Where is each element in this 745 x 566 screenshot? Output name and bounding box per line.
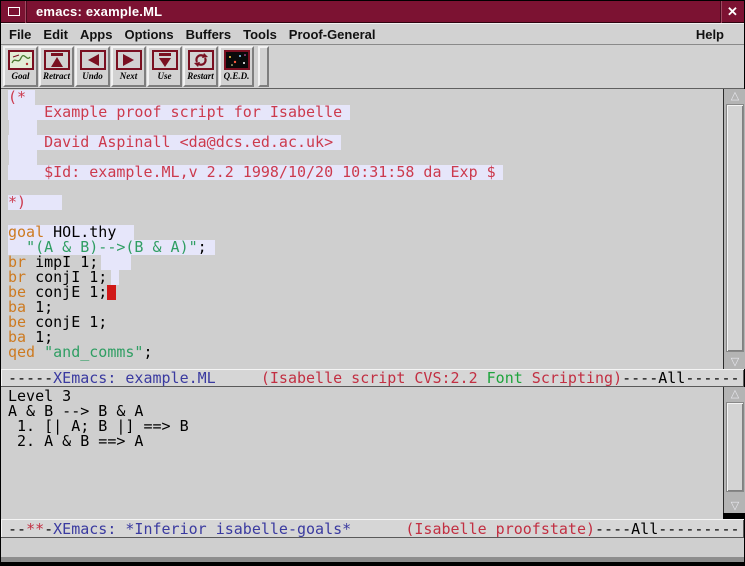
toolbar-separator	[258, 46, 269, 87]
menu-item-file[interactable]: File	[9, 27, 31, 42]
toolbar-button-label: Undo	[82, 71, 103, 81]
toolbar-button-label: Goal	[12, 71, 30, 81]
toolbar-button-undo[interactable]: Undo	[75, 46, 110, 87]
goals-buffer[interactable]: Level 3A & B --> B & A 1. [| A; B |] ==>…	[1, 387, 723, 519]
scrollbar-up-icon[interactable]: △	[725, 89, 745, 103]
menu-item-edit[interactable]: Edit	[43, 27, 68, 42]
toolbar-button-next[interactable]: Next	[111, 46, 146, 87]
undo-left-icon	[80, 50, 106, 70]
code-line: $Id: example.ML,v 2.2 1998/10/20 10:31:5…	[1, 165, 723, 180]
modeline-segment: XEmacs: example.ML	[53, 369, 216, 387]
modeline-segment: Scripting)	[523, 369, 622, 387]
window-bottom-edge	[1, 562, 744, 566]
modeline-segment: ----All------	[622, 369, 739, 387]
code-line: ba 1;	[1, 300, 723, 315]
restart-cycle-icon	[188, 50, 214, 70]
scrollbar-thumb[interactable]	[726, 104, 744, 352]
scrollbar-up-icon[interactable]: △	[725, 387, 745, 401]
code-line: Example proof script for Isabelle	[1, 105, 723, 120]
menu-item-help[interactable]: Help	[696, 27, 732, 42]
toolbar-button-label: Retract	[43, 71, 70, 81]
code-line	[1, 180, 723, 195]
code-line: be conjE 1;	[1, 315, 723, 330]
code-line: br impI 1;	[1, 255, 723, 270]
scrollbar-down-icon[interactable]: ▽	[725, 355, 745, 369]
locked-region-highlight	[111, 270, 119, 285]
text-cursor	[107, 285, 116, 300]
modeline-segment: -----	[8, 369, 53, 387]
modeline-segment: (Isabelle script CVS:2.2	[261, 369, 487, 387]
code-text: Example proof script for Isabelle	[8, 105, 342, 120]
menu-item-apps[interactable]: Apps	[80, 27, 113, 42]
toolbar-button-label: Next	[120, 71, 138, 81]
scrollbar-thumb[interactable]	[726, 402, 744, 492]
titlebar: emacs: example.ML ✕	[1, 1, 744, 23]
window-menu-button[interactable]	[1, 1, 27, 23]
close-button[interactable]: ✕	[720, 1, 744, 23]
xemacs-window: emacs: example.ML ✕ File Edit Apps Options B…	[0, 0, 745, 566]
next-right-icon	[116, 50, 142, 70]
script-scrollbar[interactable]: △ ▽	[723, 89, 745, 369]
retract-up-icon	[44, 50, 70, 70]
code-line: David Aspinall <da@dcs.ed.ac.uk>	[1, 135, 723, 150]
modeline-segment: ----All---------	[595, 520, 740, 538]
code-text: $Id: example.ML,v 2.2 1998/10/20 10:31:5…	[8, 165, 496, 180]
modeline-segment: (Isabelle proofstate)	[405, 520, 595, 538]
close-icon: ✕	[727, 5, 738, 18]
toolbar-button-qed[interactable]: Q.E.D.	[219, 46, 254, 87]
modeline-segment: **	[26, 520, 44, 538]
goals-modeline: --**-XEmacs: *Inferior isabelle-goals* (…	[1, 519, 744, 538]
code-line: qed "and_comms";	[1, 345, 723, 360]
toolbar-button-label: Q.E.D.	[224, 71, 250, 81]
modeline-segment: --	[8, 520, 26, 538]
modeline-segment: Font	[487, 369, 523, 387]
goals-line: 2. A & B ==> A	[1, 434, 723, 449]
qed-fireworks-icon	[224, 50, 250, 70]
toolbar-button-restart[interactable]: Restart	[183, 46, 218, 87]
window-menu-icon	[8, 7, 20, 16]
modeline-segment: -	[44, 520, 53, 538]
code-text: qed "and_comms";	[8, 345, 153, 360]
modeline-segment: XEmacs: *Inferior isabelle-goals*	[53, 520, 351, 538]
code-line: "(A & B)-->(B & A)";	[1, 240, 723, 255]
goals-scrollbar[interactable]: △ ▽	[723, 387, 745, 513]
script-modeline: -----XEmacs: example.ML (Isabelle script…	[1, 369, 744, 387]
modeline-segment	[351, 520, 405, 538]
menu-item-tools[interactable]: Tools	[243, 27, 277, 42]
toolbar: Goal Retract Undo Next Use Restart Q.E.D.	[1, 45, 744, 89]
menu-item-buffers[interactable]: Buffers	[186, 27, 232, 42]
code-text: *)	[8, 195, 26, 210]
toolbar-button-goal[interactable]: Goal	[3, 46, 38, 87]
menu-item-options[interactable]: Options	[124, 27, 173, 42]
minibuffer[interactable]	[1, 538, 744, 557]
use-down-icon	[152, 50, 178, 70]
toolbar-button-label: Use	[158, 71, 172, 81]
window-title: emacs: example.ML	[27, 4, 720, 19]
script-buffer[interactable]: (* Example proof script for Isabelle Dav…	[1, 89, 723, 369]
code-line: be conjE 1;	[1, 285, 723, 300]
goal-image-icon	[8, 50, 34, 70]
toolbar-button-label: Restart	[187, 71, 214, 81]
toolbar-button-retract[interactable]: Retract	[39, 46, 74, 87]
code-line: *)	[1, 195, 723, 210]
menu-items: File Edit Apps Options Buffers Tools Proof-Gen…	[1, 27, 387, 42]
code-line: br conjI 1;	[1, 270, 723, 285]
screen: emacs: example.ML ✕ File Edit Apps Options B…	[0, 0, 745, 566]
code-text: David Aspinall <da@dcs.ed.ac.uk>	[8, 135, 333, 150]
modeline-segment	[216, 369, 261, 387]
menubar: File Edit Apps Options Buffers Tools Proof-Gen…	[1, 23, 744, 45]
toolbar-button-use[interactable]: Use	[147, 46, 182, 87]
menu-item-proof-general[interactable]: Proof-General	[289, 27, 376, 42]
scrollbar-down-icon[interactable]: ▽	[725, 499, 745, 513]
